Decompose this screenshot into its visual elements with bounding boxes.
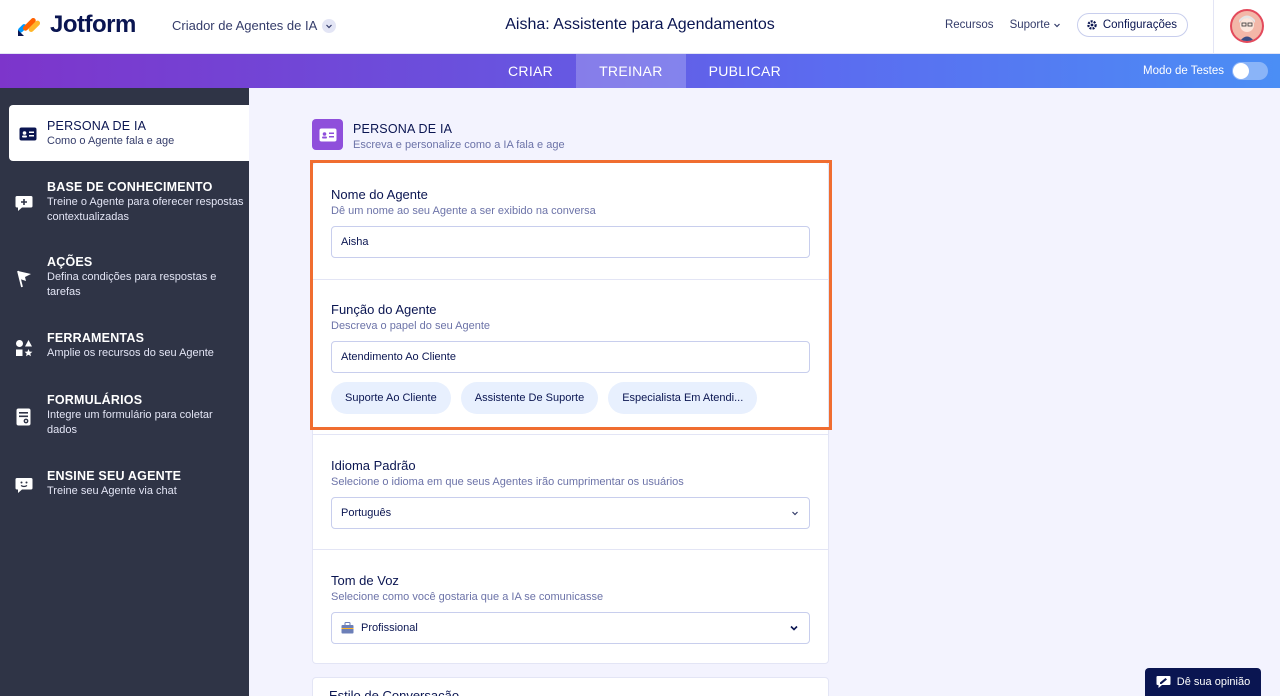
sidebar-item-title: FERRAMENTAS xyxy=(47,331,145,345)
sidebar-item-ai-persona[interactable]: PERSONA DE IA Como o Agente fala e age xyxy=(9,105,249,161)
sidebar-item-title: PERSONA DE IA xyxy=(47,119,147,133)
tab-publish[interactable]: PUBLICAR xyxy=(686,54,804,88)
language-value: Português xyxy=(341,507,392,519)
jotform-logo-icon xyxy=(18,17,41,36)
sidebar-item-teach-agent[interactable]: ENSINE SEU AGENTE Treine seu Agente via … xyxy=(0,469,249,499)
support-label: Suporte xyxy=(1009,19,1050,31)
tone-of-voice-field: Tom de Voz Selecione como você gostaria … xyxy=(313,573,828,644)
field-label: Idioma Padrão xyxy=(331,458,416,473)
divider xyxy=(313,549,828,550)
test-mode: Modo de Testes xyxy=(1143,62,1268,80)
id-card-icon xyxy=(312,119,343,150)
field-hint: Selecione o idioma em que seus Agentes i… xyxy=(331,476,684,488)
chat-plus-icon xyxy=(0,180,47,212)
avatar-illustration-icon xyxy=(1232,11,1262,41)
page-title: Aisha: Assistente para Agendamentos xyxy=(505,16,775,33)
builder-selector[interactable]: Criador de Agentes de IA xyxy=(172,18,337,33)
logo-text: Jotform xyxy=(50,11,136,38)
section-title: PERSONA DE IA xyxy=(353,122,453,136)
tone-select[interactable]: Profissional xyxy=(331,612,810,644)
sidebar-item-title: ENSINE SEU AGENTE xyxy=(47,469,182,483)
highlight-box xyxy=(310,160,832,430)
shapes-icon xyxy=(0,331,47,357)
feedback-button[interactable]: Dê sua opinião xyxy=(1145,668,1261,696)
settings-button[interactable]: Configurações xyxy=(1076,13,1188,37)
test-mode-toggle[interactable] xyxy=(1232,62,1268,80)
chevron-down-icon xyxy=(1053,23,1060,28)
test-mode-label: Modo de Testes xyxy=(1143,65,1224,77)
conversation-style-card: Estilo de Conversação xyxy=(312,677,829,696)
language-select[interactable]: Português xyxy=(331,497,810,529)
sidebar-item-subtitle: Como o Agente fala e age xyxy=(47,135,175,147)
settings-label: Configurações xyxy=(1102,19,1177,31)
divider xyxy=(313,434,828,435)
feedback-label: Dê sua opinião xyxy=(1176,676,1251,688)
chevron-down-icon xyxy=(322,18,337,33)
tab-create[interactable]: CRIAR xyxy=(485,54,576,88)
jotform-logo[interactable]: Jotform xyxy=(16,11,136,39)
sidebar-item-subtitle: Treine seu Agente via chat xyxy=(47,485,177,497)
sidebar-item-subtitle: Amplie os recursos do seu Agente xyxy=(47,347,214,359)
form-icon xyxy=(0,393,47,426)
sidebar-item-title: FORMULÁRIOS xyxy=(47,393,143,407)
chevron-down-icon xyxy=(790,625,798,631)
flag-icon xyxy=(0,255,47,288)
id-card-icon xyxy=(9,119,47,141)
header-nav: Recursos Suporte Configurações xyxy=(945,13,1188,37)
field-label: Tom de Voz xyxy=(331,573,399,588)
sidebar-item-actions[interactable]: AÇÕES Defina condições para respostas e … xyxy=(0,255,249,300)
resources-link[interactable]: Recursos xyxy=(945,19,994,31)
train-sidebar: PERSONA DE IA Como o Agente fala e age B… xyxy=(0,88,249,696)
sidebar-item-tools[interactable]: FERRAMENTAS Amplie os recursos do seu Ag… xyxy=(0,331,249,361)
chat-feedback-icon xyxy=(1156,676,1171,688)
tab-train[interactable]: TREINAR xyxy=(576,54,686,88)
sidebar-item-subtitle: Treine o Agente para oferecer respostas … xyxy=(47,196,244,223)
field-hint: Selecione como você gostaria que a IA se… xyxy=(331,591,604,603)
section-subtitle: Escreva e personalize como a IA fala e a… xyxy=(353,139,565,151)
chat-smile-icon xyxy=(0,469,47,494)
toggle-knob xyxy=(1233,63,1249,79)
sidebar-item-title: AÇÕES xyxy=(47,255,93,269)
sidebar-item-forms[interactable]: FORMULÁRIOS Integre um formulário para c… xyxy=(0,393,249,438)
support-menu[interactable]: Suporte xyxy=(1010,19,1061,31)
tone-selected: Profissional xyxy=(341,622,418,634)
gear-icon xyxy=(1087,20,1097,30)
builder-label: Criador de Agentes de IA xyxy=(172,18,318,33)
sidebar-item-subtitle: Integre um formulário para coletar dados xyxy=(47,409,213,436)
builder-tabs: CRIAR TREINAR PUBLICAR xyxy=(485,54,804,88)
sidebar-item-title: BASE DE CONHECIMENTO xyxy=(47,180,213,194)
sidebar-item-subtitle: Defina condições para respostas e tarefa… xyxy=(47,271,217,298)
sidebar-item-knowledge-base[interactable]: BASE DE CONHECIMENTO Treine o Agente par… xyxy=(0,180,249,225)
header-divider xyxy=(1213,0,1214,54)
briefcase-icon xyxy=(341,622,354,634)
tone-value: Profissional xyxy=(361,622,418,634)
chevron-down-icon xyxy=(792,511,798,516)
top-header: Jotform Criador de Agentes de IA Aisha: … xyxy=(0,0,1280,54)
user-avatar[interactable] xyxy=(1230,9,1264,43)
section-header: PERSONA DE IA Escreva e personalize como… xyxy=(312,119,565,151)
conversation-style-label: Estilo de Conversação xyxy=(329,688,460,696)
default-language-field: Idioma Padrão Selecione o idioma em que … xyxy=(313,458,828,529)
builder-tabbar: CRIAR TREINAR PUBLICAR Modo de Testes xyxy=(0,54,1280,88)
